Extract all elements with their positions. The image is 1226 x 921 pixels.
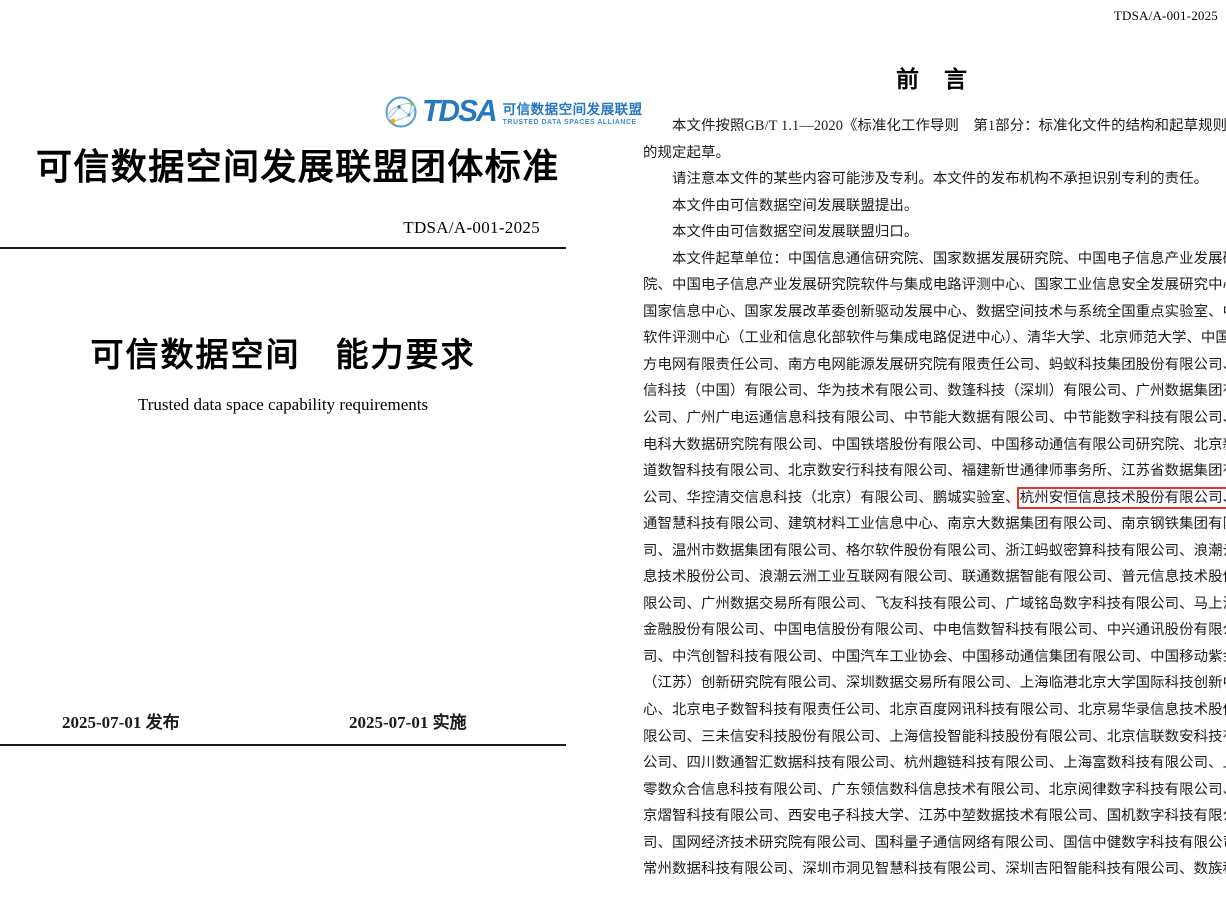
tdsa-logo: TDSA 可信数据空间发展联盟 TRUSTED DATA SPACES ALLI… xyxy=(384,92,643,132)
page-header-doc-number: TDSA/A-001-2025 xyxy=(1114,8,1218,24)
foreword-line: 电科大数据研究院有限公司、中国铁塔股份有限公司、中国移动通信有限公司研究院、北京… xyxy=(643,432,1223,459)
globe-network-icon xyxy=(384,95,418,129)
foreword-line-text: 公司、华控清交信息科技（北京）有限公司、鹏城实验室、 xyxy=(643,490,1020,506)
highlighted-company-red-box: 杭州安恒信息技术股份有限公司、 xyxy=(1020,490,1226,506)
foreword-line: 院、中国电子信息产业发展研究院软件与集成电路评测中心、国家工业信息安全发展研究中… xyxy=(643,272,1223,299)
foreword-line: 本文件按照GB/T 1.1—2020《标准化工作导则 第1部分：标准化文件的结构… xyxy=(643,113,1223,140)
foreword-line: 的规定起草。 xyxy=(643,140,1223,167)
standard-main-title: 可信数据空间 能力要求 xyxy=(0,328,566,376)
standard-english-title: Trusted data space capability requiremen… xyxy=(0,395,566,415)
foreword-line: 息技术股份公司、浪潮云洲工业互联网有限公司、联通数据智能有限公司、普元信息技术股… xyxy=(643,564,1223,591)
tdsa-wordmark: TDSA xyxy=(422,97,496,128)
foreword-line: 软件评测中心（工业和信息化部软件与集成电路促进中心）、清华大学、北京师范大学、中… xyxy=(643,325,1223,352)
foreword-line: 零数众合信息科技有限公司、广东领信数科信息技术有限公司、北京阅律数字科技有限公司… xyxy=(643,777,1223,804)
foreword-page: TDSA/A-001-2025 前 言 本文件按照GB/T 1.1—2020《标… xyxy=(620,0,1226,921)
foreword-line: （江苏）创新研究院有限公司、深圳数据交易所有限公司、上海临港北京大学国际科技创新… xyxy=(643,670,1223,697)
foreword-line: 公司、四川数通智汇数据科技有限公司、杭州趣链科技有限公司、上海富数科技有限公司、… xyxy=(643,750,1223,777)
document-canvas: TDSA 可信数据空间发展联盟 TRUSTED DATA SPACES ALLI… xyxy=(0,0,1226,921)
foreword-line: 请注意本文件的某些内容可能涉及专利。本文件的发布机构不承担识别专利的责任。 xyxy=(643,166,1223,193)
foreword-line: 道数智科技有限公司、北京数安行科技有限公司、福建新世通律师事务所、江苏省数据集团… xyxy=(643,458,1223,485)
foreword-line: 信科技（中国）有限公司、华为技术有限公司、数篷科技（深圳）有限公司、广州数据集团… xyxy=(643,378,1223,405)
foreword-line: 通智慧科技有限公司、建筑材料工业信息中心、南京大数据集团有限公司、南京钢铁集团有… xyxy=(643,511,1223,538)
foreword-line: 限公司、三未信安科技股份有限公司、上海信投智能科技股份有限公司、北京信联数安科技… xyxy=(643,724,1223,751)
foreword-line: 公司、华控清交信息科技（北京）有限公司、鹏城实验室、杭州安恒信息技术股份有限公司… xyxy=(643,485,1223,512)
standard-type-title: 可信数据空间发展联盟团体标准 xyxy=(36,138,560,190)
foreword-line: 国家信息中心、国家发展改革委创新驱动发展中心、数据空间技术与系统全国重点实验室、… xyxy=(643,299,1223,326)
cover-top-rule xyxy=(0,247,566,249)
foreword-line: 京熠智科技有限公司、西安电子科技大学、江苏中堃数据技术有限公司、国机数字科技有限… xyxy=(643,803,1223,830)
cover-bottom-rule xyxy=(0,744,566,746)
foreword-line: 司、国网经济技术研究院有限公司、国科量子通信网络有限公司、国信中健数字科技有限公… xyxy=(643,830,1223,857)
foreword-line: 公司、广州广电运通信息科技有限公司、中节能大数据有限公司、中节能数字科技有限公司… xyxy=(643,405,1223,432)
foreword-line: 心、北京电子数智科技有限责任公司、北京百度网讯科技有限公司、北京易华录信息技术股… xyxy=(643,697,1223,724)
cover-page: TDSA 可信数据空间发展联盟 TRUSTED DATA SPACES ALLI… xyxy=(0,0,620,921)
foreword-line: 限公司、广州数据交易所有限公司、飞友科技有限公司、广域铭岛数字科技有限公司、马上… xyxy=(643,591,1223,618)
foreword-heading: 前 言 xyxy=(643,60,1221,94)
foreword-body: 本文件按照GB/T 1.1—2020《标准化工作导则 第1部分：标准化文件的结构… xyxy=(643,113,1223,883)
foreword-line: 方电网有限责任公司、南方电网能源发展研究院有限责任公司、蚂蚁科技集团股份有限公司… xyxy=(643,352,1223,379)
foreword-line: 常州数据科技有限公司、深圳市洞见智慧科技有限公司、深圳吉阳智能科技有限公司、数族… xyxy=(643,856,1223,883)
foreword-line: 金融股份有限公司、中国电信股份有限公司、中电信数智科技有限公司、中兴通讯股份有限… xyxy=(643,617,1223,644)
foreword-line: 司、温州市数据集团有限公司、格尔软件股份有限公司、浙江蚂蚁密算科技有限公司、浪潮… xyxy=(643,538,1223,565)
foreword-line: 本文件由可信数据空间发展联盟归口。 xyxy=(643,219,1223,246)
cover-doc-number: TDSA/A-001-2025 xyxy=(0,218,540,238)
foreword-line: 司、中汽创智科技有限公司、中国汽车工业协会、中国移动通信集团有限公司、中国移动紫… xyxy=(643,644,1223,671)
implement-date: 2025-07-01 实施 xyxy=(349,708,467,733)
foreword-line: 本文件由可信数据空间发展联盟提出。 xyxy=(643,193,1223,220)
publish-date: 2025-07-01 发布 xyxy=(62,708,180,733)
foreword-line: 本文件起草单位：中国信息通信研究院、国家数据发展研究院、中国电子信息产业发展研究 xyxy=(643,246,1223,273)
